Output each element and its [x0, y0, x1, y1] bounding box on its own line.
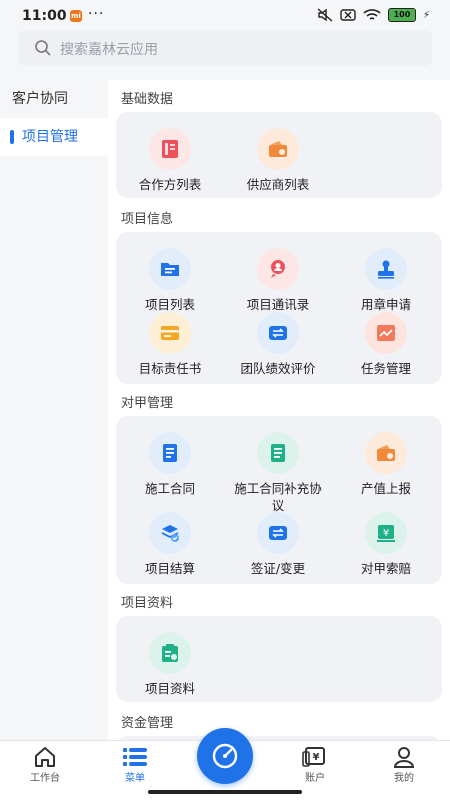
app-project-settlement[interactable]: 项目结算 [122, 512, 218, 577]
search-placeholder[interactable]: 搜索嘉林云应用 [60, 39, 158, 59]
wallet-icon [377, 445, 395, 461]
status-bar: 11:00 mi ··· 100 ⚡ [0, 0, 450, 32]
app-label: 项目列表 [144, 297, 195, 312]
stamp-icon [378, 260, 394, 279]
app-label: 目标责任书 [138, 361, 202, 376]
app-task-management[interactable]: 任务管理 [338, 312, 434, 377]
app-label: 施工合同补充协议 [234, 481, 322, 513]
money-icon: ¥ [377, 525, 395, 542]
status-time: 11:00 [22, 8, 67, 24]
trend-chart-icon [377, 325, 395, 341]
gauge-icon [212, 743, 238, 769]
app-target-responsibility[interactable]: 目标责任书 [122, 312, 218, 377]
app-output-report[interactable]: 产值上报 [338, 432, 434, 497]
contact-chat-icon [271, 260, 285, 278]
document-icon [163, 444, 177, 462]
tab-label: 菜单 [125, 773, 145, 784]
app-label: 对甲索赔 [360, 561, 411, 576]
menu-list-icon [123, 748, 147, 766]
wallet-icon [269, 141, 287, 157]
battery-level: 100 [387, 8, 416, 22]
layers-check-icon [161, 525, 179, 542]
app-label: 供应商列表 [246, 177, 310, 192]
folder-icon [161, 263, 179, 276]
tab-label: 工作台 [30, 773, 60, 784]
app-project-list[interactable]: 项目列表 [122, 248, 218, 313]
app-label: 项目结算 [144, 561, 195, 576]
section-title-fund-mgmt: 资金管理 [121, 716, 174, 731]
menu-content: 基础数据 合作方列表 供应商列表 项目信息 项目列表 项目通讯录 用章申请 目标… [108, 80, 450, 740]
section-title-project-info: 项目信息 [121, 212, 174, 227]
app-construction-contract[interactable]: 施工合同 [122, 432, 218, 497]
search-bar[interactable]: 搜索嘉林云应用 [18, 30, 432, 66]
app-label: 项目资料 [144, 681, 195, 696]
sidebar-item-project-mgmt[interactable]: 项目管理 [0, 118, 108, 156]
app-seal-request[interactable]: 用章申请 [338, 248, 434, 313]
mute-icon [317, 8, 333, 22]
app-supplier-list[interactable]: 供应商列表 [230, 128, 326, 193]
svg-text:¥: ¥ [313, 752, 320, 763]
app-label: 施工合同 [144, 481, 195, 496]
mi-app-icon: mi [70, 10, 82, 22]
yuan-wallet-icon: ¥ [302, 747, 325, 767]
section-card-owner-mgmt: 施工合同 施工合同补充协议 产值上报 项目结算 签证/变更 ¥ 对甲索赔 [116, 416, 442, 584]
app-owner-claim[interactable]: ¥ 对甲索赔 [338, 512, 434, 577]
home-icon [35, 747, 55, 767]
app-project-contacts[interactable]: 项目通讯录 [230, 248, 326, 313]
clipboard-icon [162, 644, 178, 662]
user-icon [393, 747, 415, 768]
app-label: 团队绩效评价 [240, 361, 316, 376]
exchange-icon [269, 526, 287, 540]
app-partner-list[interactable]: 合作方列表 [122, 128, 218, 193]
charging-icon: ⚡ [422, 9, 430, 21]
app-visa-change[interactable]: 签证/变更 [230, 512, 326, 577]
app-label: 产值上报 [360, 481, 411, 496]
app-label: 项目通讯录 [246, 297, 310, 312]
app-team-performance[interactable]: 团队绩效评价 [230, 312, 326, 377]
svg-text:¥: ¥ [383, 528, 389, 539]
center-dashboard-button[interactable] [197, 728, 253, 784]
tab-mine[interactable]: 我的 [369, 745, 439, 784]
sidebar-item-customer-collab[interactable]: 客户协同 [0, 80, 108, 118]
more-notifications-icon: ··· [88, 6, 105, 22]
section-card-project-docs: 项目资料 [116, 616, 442, 702]
card-icon [161, 326, 179, 340]
sidebar-item-label: 客户协同 [12, 91, 68, 107]
book-icon [162, 140, 178, 158]
app-project-docs[interactable]: 项目资料 [122, 632, 218, 697]
app-label: 用章申请 [360, 297, 411, 312]
no-sim-icon [340, 9, 356, 21]
tab-label: 账户 [305, 773, 325, 784]
app-contract-supplement[interactable]: 施工合同补充协议 [230, 432, 326, 514]
section-title-basic-data: 基础数据 [121, 92, 174, 107]
tab-workbench[interactable]: 工作台 [10, 745, 80, 784]
category-sidebar: 客户协同 项目管理 [0, 80, 108, 740]
app-label: 签证/变更 [250, 561, 306, 576]
app-label: 任务管理 [360, 361, 411, 376]
section-card-basic-data: 合作方列表 供应商列表 [116, 112, 442, 198]
home-indicator [148, 790, 302, 794]
sidebar-item-label: 项目管理 [22, 129, 78, 145]
tab-account[interactable]: ¥ 账户 [280, 745, 350, 784]
tab-menu[interactable]: 菜单 [100, 745, 170, 784]
tab-label: 我的 [394, 773, 414, 784]
exchange-icon [269, 326, 287, 340]
scroll-document-icon [271, 444, 285, 462]
section-card-project-info: 项目列表 项目通讯录 用章申请 目标责任书 团队绩效评价 任务管理 [116, 232, 442, 384]
app-label: 合作方列表 [138, 177, 202, 192]
section-title-owner-mgmt: 对甲管理 [121, 396, 174, 411]
search-icon [35, 40, 51, 56]
section-title-project-docs: 项目资料 [121, 596, 174, 611]
wifi-icon [363, 9, 381, 20]
